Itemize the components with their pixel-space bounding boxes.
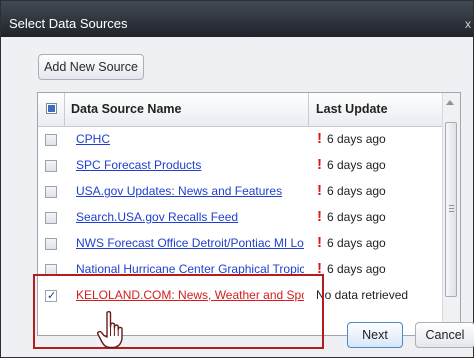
select-all-checkbox[interactable]	[46, 103, 57, 114]
warning-icon: !	[317, 130, 322, 147]
table-row[interactable]: USA.gov Updates: News and Features ! 6 d…	[38, 179, 443, 205]
column-divider	[308, 93, 309, 126]
warning-icon: !	[317, 234, 322, 251]
close-icon[interactable]: x	[465, 16, 471, 32]
row-checkbox[interactable]	[45, 238, 57, 250]
warning-icon: !	[317, 156, 322, 173]
scroll-up-icon[interactable]	[446, 100, 454, 105]
row-checkbox[interactable]	[45, 186, 57, 198]
next-button[interactable]: Next	[347, 322, 403, 348]
dialog-title: Select Data Sources	[9, 16, 128, 31]
column-header-name[interactable]: Data Source Name	[71, 102, 181, 116]
cancel-button[interactable]: Cancel	[415, 322, 474, 348]
table-row[interactable]: Search.USA.gov Recalls Feed ! 6 days ago	[38, 205, 443, 231]
warning-icon: !	[317, 182, 322, 199]
row-checkbox[interactable]	[45, 134, 57, 146]
add-new-source-button[interactable]: Add New Source	[38, 54, 144, 80]
selection-highlight-box	[33, 274, 324, 349]
grid-header: Data Source Name Last Update	[38, 93, 443, 127]
source-link[interactable]: Search.USA.gov Recalls Feed	[76, 210, 304, 224]
source-link[interactable]: USA.gov Updates: News and Features	[76, 184, 304, 198]
last-update-value: 6 days ago	[327, 210, 386, 224]
last-update-value: 6 days ago	[327, 158, 386, 172]
scrollbar-thumb[interactable]	[445, 122, 457, 297]
column-divider	[64, 93, 65, 126]
last-update-value: 6 days ago	[327, 184, 386, 198]
row-checkbox[interactable]	[45, 212, 57, 224]
row-checkbox[interactable]	[45, 160, 57, 172]
title-bar: Select Data Sources x	[1, 1, 473, 37]
warning-icon: !	[317, 208, 322, 225]
table-row[interactable]: SPC Forecast Products ! 6 days ago	[38, 153, 443, 179]
source-link[interactable]: SPC Forecast Products	[76, 158, 304, 172]
vertical-scrollbar[interactable]	[442, 93, 460, 335]
last-update-value: No data retrieved	[316, 288, 409, 302]
select-data-sources-dialog: Select Data Sources x Add New Source Dat…	[0, 0, 474, 358]
grip-icon	[449, 205, 454, 213]
dialog-content: Add New Source Data Source Name Last Upd…	[15, 37, 474, 357]
hand-pointer-icon	[96, 311, 123, 349]
last-update-value: 6 days ago	[327, 236, 386, 250]
table-row[interactable]: NWS Forecast Office Detroit/Pontiac MI L…	[38, 231, 443, 257]
last-update-value: 6 days ago	[327, 262, 386, 276]
column-header-last-update[interactable]: Last Update	[316, 102, 388, 116]
source-link[interactable]: CPHC	[76, 132, 304, 146]
table-row[interactable]: CPHC ! 6 days ago	[38, 127, 443, 153]
last-update-value: 6 days ago	[327, 132, 386, 146]
source-link[interactable]: NWS Forecast Office Detroit/Pontiac MI L…	[76, 236, 304, 250]
